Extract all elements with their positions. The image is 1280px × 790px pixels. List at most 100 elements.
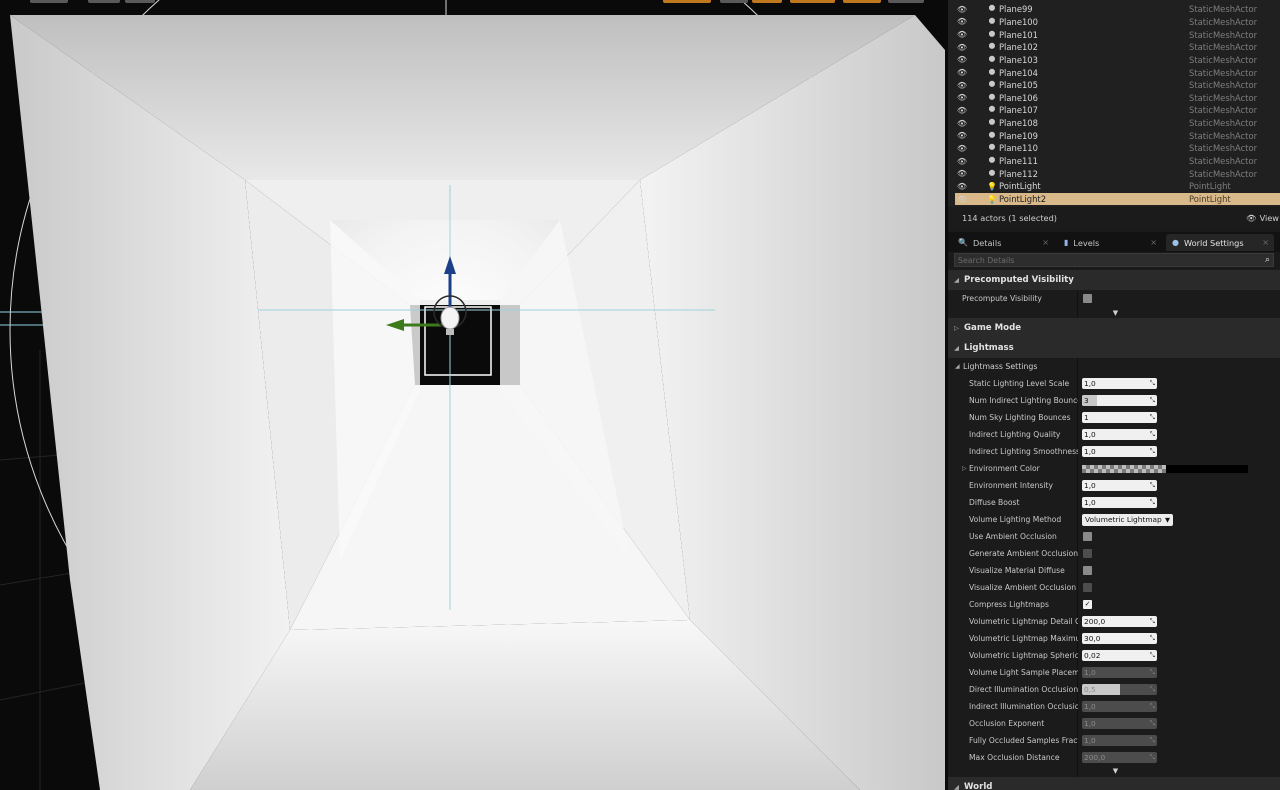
static-mesh-icon: ⯃	[988, 29, 996, 39]
section-lightmass[interactable]: ◢ Lightmass	[948, 338, 1280, 358]
outliner-row[interactable]: 👁 ⯃ Plane112 StaticMeshActor	[955, 167, 1280, 180]
actor-type: StaticMeshActor	[1189, 67, 1258, 78]
search-icon[interactable]: ⌕	[1265, 255, 1270, 265]
outliner-row[interactable]: 👁 ⯃ Plane103 StaticMeshActor	[955, 54, 1280, 67]
outliner-row[interactable]: 👁 ⯃ Plane100 StaticMeshActor	[955, 16, 1280, 29]
viewport-show-button[interactable]	[125, 0, 155, 3]
outliner-row[interactable]: 👁 ⯃ Plane99 StaticMeshActor	[955, 3, 1280, 16]
point-light-icon: 💡	[987, 194, 997, 204]
section-precomputed-visibility[interactable]: ◢ Precomputed Visibility	[948, 270, 1280, 290]
reset-arrow-icon: ⤡	[1149, 617, 1155, 625]
grid-snap-button[interactable]	[752, 0, 782, 3]
tab-levels[interactable]: ▮ Levels ×	[1058, 234, 1162, 251]
visibility-eye-icon[interactable]: 👁	[955, 81, 969, 90]
outliner-row[interactable]: 👁 💡 PointLight PointLight	[955, 180, 1280, 193]
visibility-eye-icon[interactable]: 👁	[955, 131, 969, 140]
outliner-row[interactable]: 👁 ⯃ Plane107 StaticMeshActor	[955, 104, 1280, 117]
visibility-eye-icon[interactable]: 👁	[955, 144, 969, 153]
compress-lightmaps-checkbox[interactable]: ✓	[1083, 600, 1092, 609]
outliner-row[interactable]: 👁 ⯃ Plane110 StaticMeshActor	[955, 142, 1280, 155]
volumetric-lightmap-maximur-field[interactable]: 30,0 ⤡	[1082, 633, 1157, 644]
outliner-row[interactable]: 👁 💡 PointLight2 PointLight	[955, 192, 1280, 206]
field-value: 1,0	[1084, 481, 1096, 490]
translate-mode-button[interactable]	[663, 0, 711, 3]
field-value: 1,0	[1084, 379, 1096, 388]
snap-toggle-button[interactable]	[720, 0, 748, 3]
environment-intensity-field[interactable]: 1,0 ⤡	[1082, 480, 1157, 491]
subsection-lightmass-settings[interactable]: ◢ Lightmass Settings	[948, 358, 1280, 375]
prop-diffuse-boost: Diffuse Boost 1,0 ⤡	[948, 494, 1280, 511]
visualize-material-diffuse-checkbox[interactable]	[1083, 566, 1092, 575]
precompute-visibility-checkbox[interactable]	[1083, 294, 1092, 303]
section-world[interactable]: ◢ World	[948, 777, 1280, 790]
prop-fully-occluded-samples-fracti: Fully Occluded Samples Fracti 1,0 ⤡	[948, 732, 1280, 749]
level-viewport[interactable]	[0, 0, 945, 790]
static-mesh-icon: ⯃	[988, 156, 996, 166]
scale-snap-button[interactable]	[843, 0, 881, 3]
visibility-eye-icon[interactable]: 👁	[955, 169, 969, 178]
static-lighting-level-scale-field[interactable]: 1,0 ⤡	[1082, 378, 1157, 389]
volumetric-lightmap-detail-ce-field[interactable]: 200,0 ⤡	[1082, 616, 1157, 627]
close-icon[interactable]: ×	[1150, 238, 1157, 247]
use-ambient-occlusion-checkbox[interactable]	[1083, 532, 1092, 541]
visibility-eye-icon[interactable]: 👁	[955, 157, 969, 166]
outliner-row[interactable]: 👁 ⯃ Plane101 StaticMeshActor	[955, 28, 1280, 41]
advanced-expand-arrow-icon[interactable]: ▼	[948, 308, 1280, 318]
dropdown-value: Volumetric Lightmap	[1085, 515, 1162, 524]
static-mesh-icon: ⯃	[988, 130, 996, 140]
tab-world-settings[interactable]: ● World Settings ×	[1166, 234, 1274, 251]
static-mesh-icon: ⯃	[988, 4, 996, 14]
viewport-menu-button[interactable]	[30, 0, 68, 3]
outliner-row[interactable]: 👁 ⯃ Plane111 StaticMeshActor	[955, 155, 1280, 168]
collapse-caret-icon: ◢	[955, 363, 960, 370]
diffuse-boost-field[interactable]: 1,0 ⤡	[1082, 497, 1157, 508]
advanced-expand-arrow-icon[interactable]: ▼	[948, 766, 1280, 776]
outliner-row[interactable]: 👁 ⯃ Plane102 StaticMeshActor	[955, 41, 1280, 54]
visibility-eye-icon[interactable]: 👁	[955, 195, 969, 204]
search-details-input[interactable]	[958, 255, 1265, 265]
subsection-title: Lightmass Settings	[963, 362, 1038, 371]
field-value: 1,0	[1084, 719, 1096, 728]
outliner-row[interactable]: 👁 ⯃ Plane106 StaticMeshActor	[955, 92, 1280, 105]
rotation-snap-button[interactable]	[790, 0, 835, 3]
volumetric-lightmap-spherica-field[interactable]: 0,02 ⤡	[1082, 650, 1157, 661]
section-title: World	[964, 782, 993, 790]
visibility-eye-icon[interactable]: 👁	[955, 106, 969, 115]
outliner-row[interactable]: 👁 ⯃ Plane105 StaticMeshActor	[955, 79, 1280, 92]
view-options-button[interactable]: 👁 View	[1246, 213, 1279, 224]
visibility-eye-icon[interactable]: 👁	[955, 30, 969, 39]
indirect-lighting-smoothness-field[interactable]: 1,0 ⤡	[1082, 446, 1157, 457]
outliner-row[interactable]: 👁 ⯃ Plane109 StaticMeshActor	[955, 130, 1280, 143]
outliner-row[interactable]: 👁 ⯃ Plane104 StaticMeshActor	[955, 66, 1280, 79]
visibility-eye-icon[interactable]: 👁	[955, 5, 969, 14]
visibility-eye-icon[interactable]: 👁	[955, 182, 969, 191]
prop-use-ambient-occlusion: Use Ambient Occlusion	[948, 528, 1280, 545]
expand-caret-icon[interactable]: ▷	[962, 460, 967, 477]
prop-label: Max Occlusion Distance	[969, 753, 1060, 762]
outliner-row[interactable]: 👁 ⯃ Plane108 StaticMeshActor	[955, 117, 1280, 130]
visibility-eye-icon[interactable]: 👁	[955, 55, 969, 64]
num-indirect-lighting-bounces-field[interactable]: 3 ⤡	[1082, 395, 1157, 406]
field-value: 0,02	[1084, 651, 1101, 660]
close-icon[interactable]: ×	[1042, 238, 1049, 247]
details-panel: ◢ Precomputed Visibility Precompute Visi…	[948, 268, 1280, 790]
volume-lighting-method-dropdown[interactable]: Volumetric Lightmap ▼	[1082, 514, 1173, 526]
close-icon[interactable]: ×	[1262, 238, 1269, 247]
visibility-eye-icon[interactable]: 👁	[955, 43, 969, 52]
num-sky-lighting-bounces-field[interactable]: 1 ⤡	[1082, 412, 1157, 423]
visibility-eye-icon[interactable]: 👁	[955, 17, 969, 26]
viewport-view-button[interactable]	[88, 0, 120, 3]
tab-details[interactable]: 🔍 Details ×	[952, 234, 1054, 251]
environment-color-swatch[interactable]	[1082, 465, 1248, 473]
field-value: 3	[1084, 396, 1089, 405]
camera-speed-button[interactable]	[888, 0, 924, 3]
visibility-eye-icon[interactable]: 👁	[955, 93, 969, 102]
field-value: 0,5	[1084, 685, 1096, 694]
actor-name: Plane109	[999, 130, 1038, 141]
indirect-lighting-quality-field[interactable]: 1,0 ⤡	[1082, 429, 1157, 440]
section-game-mode[interactable]: ▷ Game Mode	[948, 318, 1280, 338]
visibility-eye-icon[interactable]: 👁	[955, 68, 969, 77]
section-title: Game Mode	[964, 323, 1022, 333]
visibility-eye-icon[interactable]: 👁	[955, 119, 969, 128]
levels-icon: ▮	[1064, 238, 1069, 247]
